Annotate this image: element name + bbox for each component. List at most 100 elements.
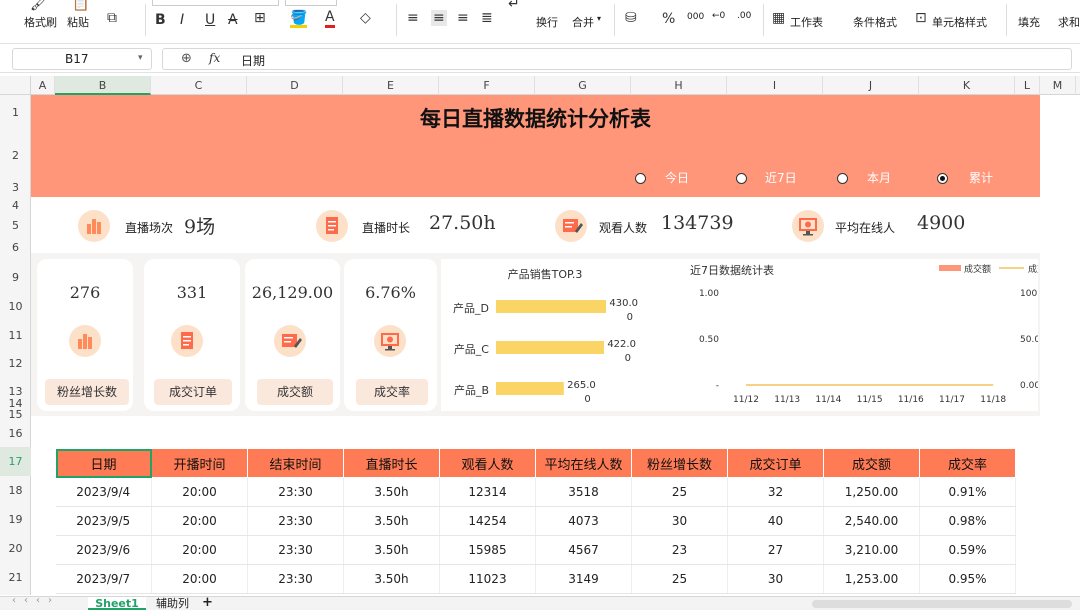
paste-button[interactable]: 粘贴	[67, 14, 89, 30]
table-cell[interactable]: 3,210.00	[823, 535, 920, 565]
table-cell[interactable]: 12314	[439, 477, 536, 507]
table-cell[interactable]: 3.50h	[343, 477, 440, 507]
table-cell[interactable]: 2023/9/6	[55, 535, 152, 565]
table-cell[interactable]: 0.59%	[919, 535, 1016, 565]
row-header[interactable]: 21	[0, 571, 31, 584]
cell-style-icon[interactable]: ⊡	[915, 10, 927, 26]
col-header-k[interactable]: K	[919, 76, 1015, 95]
table-header-cell[interactable]: 开播时间	[151, 448, 248, 478]
thousands-icon[interactable]: 000	[687, 12, 704, 22]
merge-dropdown-icon[interactable]: ▾	[597, 14, 601, 23]
bold-icon[interactable]: B	[155, 12, 166, 28]
row-header[interactable]: 16	[0, 427, 31, 440]
table-header-cell[interactable]: 成交率	[919, 448, 1016, 478]
table-header-cell[interactable]: 直播时长	[343, 448, 440, 478]
table-cell[interactable]: 23:30	[247, 564, 344, 594]
sheet-nav-arrows[interactable]: ‹‹‹›	[12, 595, 60, 606]
period-radio-today[interactable]	[635, 173, 646, 184]
fill-button[interactable]: 填充	[1018, 14, 1040, 30]
formula-input[interactable]: ⊕ fx 日期	[162, 48, 1072, 70]
sum-button[interactable]: 求和	[1058, 14, 1080, 30]
col-header-l[interactable]: L	[1015, 76, 1040, 95]
row-header[interactable]: 18	[0, 484, 31, 497]
col-header-c[interactable]: C	[151, 76, 247, 95]
row-header[interactable]: 3	[0, 181, 31, 194]
table-cell[interactable]: 20:00	[151, 506, 248, 536]
add-sheet-icon[interactable]: +	[202, 595, 213, 610]
col-header-b[interactable]: B	[55, 76, 151, 95]
table-cell[interactable]: 1,253.00	[823, 564, 920, 594]
col-header-i[interactable]: I	[727, 76, 823, 95]
merge-button[interactable]: 合并	[572, 14, 594, 30]
font-size-select[interactable]	[285, 0, 337, 6]
border-icon[interactable]: ⊞	[254, 10, 266, 26]
table-header-cell[interactable]: 日期	[55, 448, 152, 478]
col-header-f[interactable]: F	[439, 76, 535, 95]
table-cell[interactable]: 23:30	[247, 535, 344, 565]
table-cell[interactable]: 2023/9/5	[55, 506, 152, 536]
table-cell[interactable]: 3149	[535, 564, 632, 594]
table-cell[interactable]: 2,540.00	[823, 506, 920, 536]
table-cell[interactable]: 25	[631, 564, 728, 594]
row-header[interactable]: 5	[0, 219, 31, 232]
format-painter-button[interactable]: 格式刷	[24, 14, 57, 30]
fx-icon[interactable]: fx	[209, 51, 220, 65]
table-cell[interactable]: 23:30	[247, 506, 344, 536]
horizontal-scrollbar[interactable]	[812, 600, 1072, 608]
period-radio-7days[interactable]	[736, 173, 747, 184]
name-box[interactable]: B17	[12, 48, 152, 70]
top3-chart[interactable]: 产品销售TOP.3 产品_D 430.0 0 产品_C 422.0 0 产品_B 265.0 0	[441, 259, 644, 411]
table-cell[interactable]: 23	[631, 535, 728, 565]
cond-format-button[interactable]: 条件格式	[853, 14, 897, 30]
align-left-icon[interactable]: ≡	[407, 10, 419, 26]
decimal-dec-icon[interactable]: .00	[737, 11, 751, 21]
currency-icon[interactable]: ⛁	[625, 10, 637, 26]
table-cell[interactable]: 20:00	[151, 564, 248, 594]
paste-icon[interactable]: 📋	[72, 0, 89, 12]
table-header-cell[interactable]: 成交额	[823, 448, 920, 478]
table-cell[interactable]: 15985	[439, 535, 536, 565]
table-cell[interactable]: 23:30	[247, 477, 344, 507]
table-cell[interactable]: 20:00	[151, 535, 248, 565]
col-header-m[interactable]: M	[1040, 76, 1076, 95]
table-cell[interactable]: 4073	[535, 506, 632, 536]
table-cell[interactable]: 30	[727, 564, 824, 594]
row-header[interactable]: 2	[0, 149, 31, 162]
table-cell[interactable]: 11023	[439, 564, 536, 594]
table-header-cell[interactable]: 结束时间	[247, 448, 344, 478]
table-cell[interactable]: 40	[727, 506, 824, 536]
table-header-cell[interactable]: 观看人数	[439, 448, 536, 478]
eraser-icon[interactable]: ◇	[360, 10, 371, 26]
row-header-selected[interactable]: 17	[0, 447, 31, 476]
justify-icon[interactable]: ≣	[481, 10, 493, 26]
col-header-h[interactable]: H	[631, 76, 727, 95]
select-all-corner[interactable]	[0, 76, 31, 95]
row-header[interactable]: 4	[0, 199, 31, 212]
col-header-j[interactable]: J	[823, 76, 919, 95]
table-cell[interactable]: 30	[631, 506, 728, 536]
table-cell[interactable]: 2023/9/4	[55, 477, 152, 507]
table-header-cell[interactable]: 平均在线人数	[535, 448, 632, 478]
font-color-icon[interactable]: A	[325, 10, 335, 28]
font-name-select[interactable]	[152, 0, 279, 6]
row-header[interactable]: 6	[0, 241, 31, 254]
worksheet-icon[interactable]: ▦	[772, 10, 785, 26]
table-cell[interactable]: 14254	[439, 506, 536, 536]
strike-icon[interactable]: A	[228, 12, 238, 28]
row-header[interactable]: 12	[0, 357, 31, 370]
sheet-tab-helper[interactable]: 辅助列	[156, 597, 189, 610]
wrap-icon[interactable]: ↵	[508, 0, 520, 12]
row-header[interactable]: 1	[0, 106, 31, 119]
table-cell[interactable]: 27	[727, 535, 824, 565]
table-cell[interactable]: 25	[631, 477, 728, 507]
table-cell[interactable]: 3518	[535, 477, 632, 507]
col-header-g[interactable]: G	[535, 76, 631, 95]
table-cell[interactable]: 20:00	[151, 477, 248, 507]
copy-icon[interactable]: ⧉	[107, 10, 117, 26]
table-cell[interactable]: 4567	[535, 535, 632, 565]
row-header[interactable]: 9	[0, 271, 31, 284]
col-header-a[interactable]: A	[31, 76, 55, 95]
table-cell[interactable]: 32	[727, 477, 824, 507]
zoom-icon[interactable]: ⊕	[181, 51, 192, 66]
period-radio-total[interactable]	[937, 173, 948, 184]
